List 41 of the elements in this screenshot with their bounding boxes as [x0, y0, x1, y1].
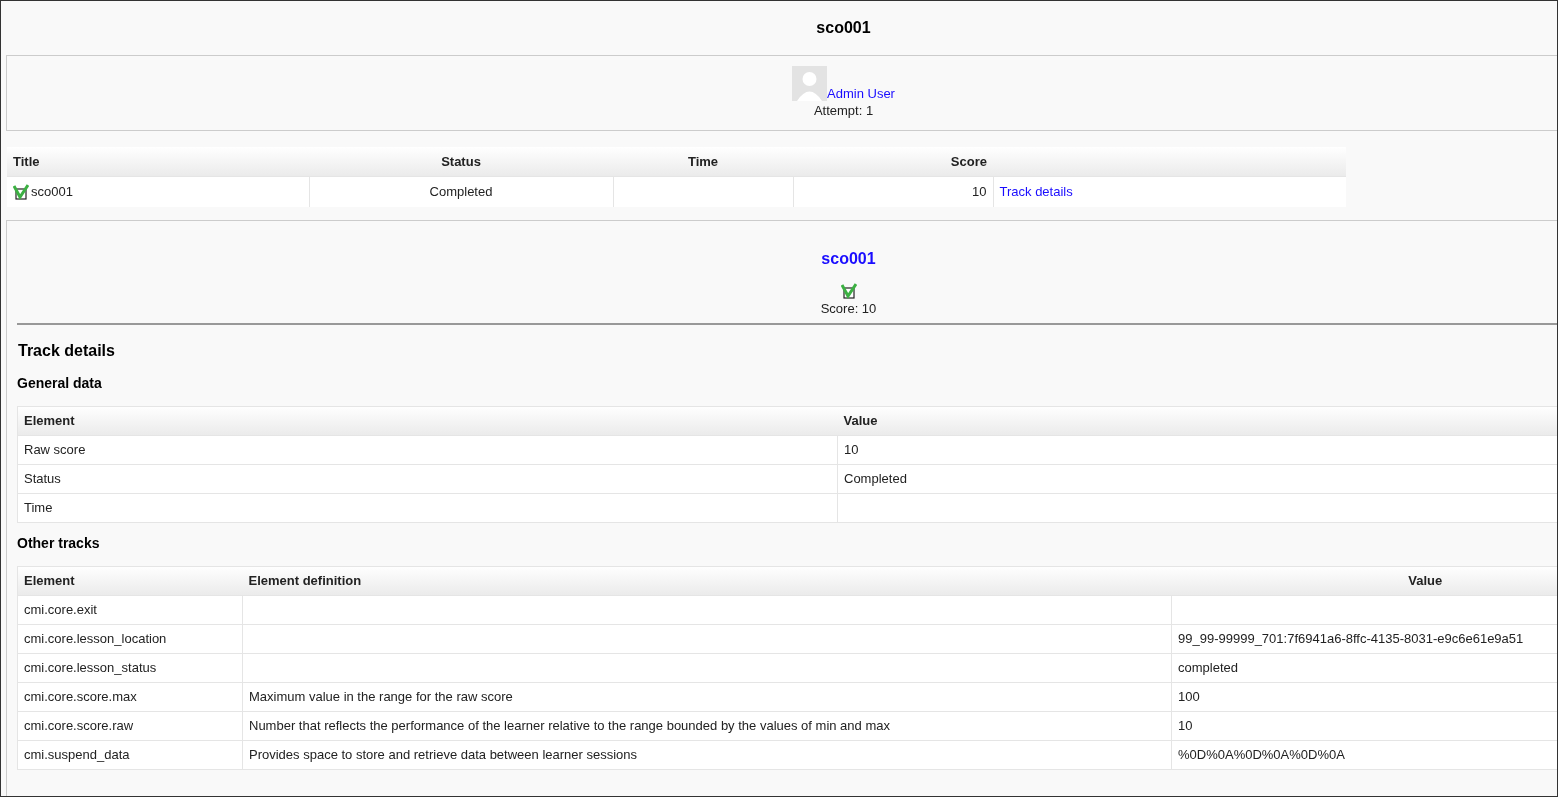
table-cell: completed: [1171, 653, 1557, 682]
column-header: Value: [1171, 566, 1557, 595]
table-cell-text: sco001: [31, 183, 73, 201]
page-title: sco001: [816, 18, 871, 38]
table-cell: 10: [837, 435, 1557, 464]
table-cell: Status: [17, 464, 838, 493]
column-header: Element definition: [242, 566, 1172, 595]
table-cell: Raw score: [17, 435, 838, 464]
table-cell: cmi.core.lesson_location: [17, 624, 243, 653]
table-cell: cmi.core.score.raw: [17, 711, 243, 740]
score-text: Score: 10: [820, 300, 877, 318]
table-cell: cmi.core.exit: [17, 595, 243, 624]
column-header: Element: [17, 566, 243, 595]
table-cell: 10: [1171, 711, 1557, 740]
column-header: Title: [7, 147, 309, 176]
table-cell: %0D%0A%0D%0A%0D%0A: [1171, 740, 1557, 769]
table-cell: Completed: [837, 464, 1557, 493]
attempt-text: Attempt: 1: [813, 101, 874, 120]
section-heading: Track details: [18, 340, 116, 361]
table-cell: Provides space to store and retrieve data between learner sessions: [242, 740, 1172, 769]
section-heading: Other tracks: [17, 533, 101, 553]
sco-title-link[interactable]: sco001: [821, 247, 876, 271]
table-cell: Number that reflects the performance of the learner relative to the range bounded by the values of min and max: [242, 711, 1172, 740]
avatar-silhouette-icon: [792, 65, 828, 101]
user-link[interactable]: Admin User: [827, 86, 895, 101]
table-cell: cmi.suspend_data: [17, 740, 243, 769]
table-cell: cmi.core.score.max: [17, 682, 243, 711]
column-header: Status: [309, 147, 613, 176]
column-header: Score: [793, 147, 993, 176]
table-cell: Completed: [309, 176, 613, 207]
column-header: Time: [613, 147, 793, 176]
section-heading: General data: [17, 373, 103, 393]
table-cell: 100: [1171, 682, 1557, 711]
table-cell: cmi.core.lesson_status: [17, 653, 243, 682]
table-cell: 99_99-99999_701:7f6941a6-8ffc-4135-8031-e9c6e61e9a51: [1171, 624, 1557, 653]
column-header: Element: [17, 406, 838, 435]
table-cell: Maximum value in the range for the raw score: [242, 682, 1172, 711]
column-header: Value: [837, 406, 1557, 435]
table-cell: Time: [17, 493, 838, 522]
track-details-link[interactable]: Track details: [999, 184, 1073, 199]
table-cell: 10: [793, 176, 993, 207]
